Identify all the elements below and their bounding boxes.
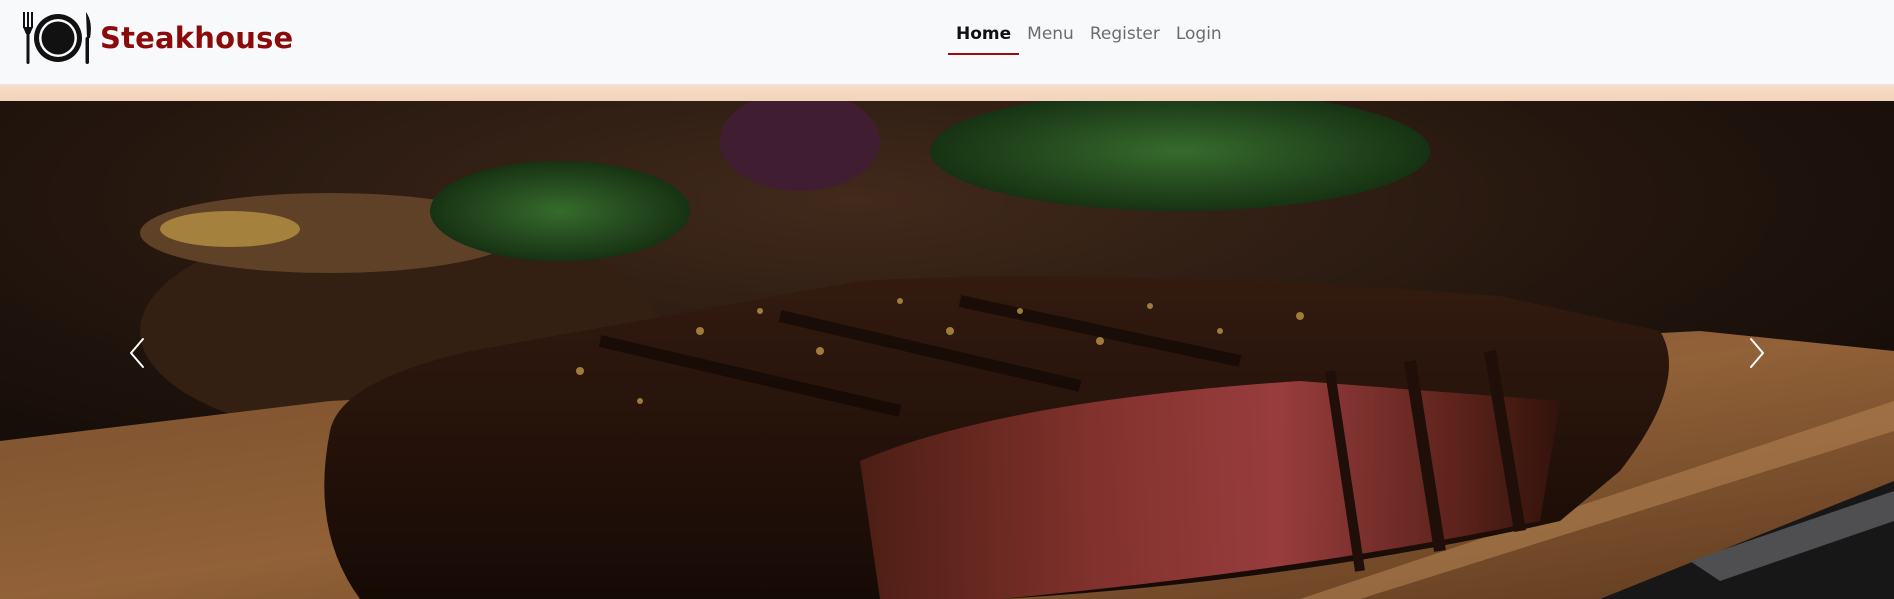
nav-menu[interactable]: Menu <box>1019 20 1082 54</box>
accent-stripe <box>0 85 1894 101</box>
main-nav: Home Menu Register Login <box>948 20 1230 55</box>
nav-home[interactable]: Home <box>948 20 1020 55</box>
nav-login[interactable]: Login <box>1168 20 1230 54</box>
brand-name: Steakhouse <box>100 21 294 55</box>
carousel-prev-button[interactable] <box>107 323 167 383</box>
carousel-next-button[interactable] <box>1727 323 1787 383</box>
hero-carousel <box>0 101 1894 599</box>
plate-fork-knife-icon <box>23 12 91 64</box>
chevron-left-icon <box>130 338 144 368</box>
brand-link[interactable]: Steakhouse <box>18 10 293 66</box>
chevron-right-icon <box>1750 338 1764 368</box>
steak-hero-image <box>0 101 1894 599</box>
navbar: Steakhouse Home Menu Register Login <box>0 0 1894 85</box>
nav-register[interactable]: Register <box>1082 20 1168 54</box>
